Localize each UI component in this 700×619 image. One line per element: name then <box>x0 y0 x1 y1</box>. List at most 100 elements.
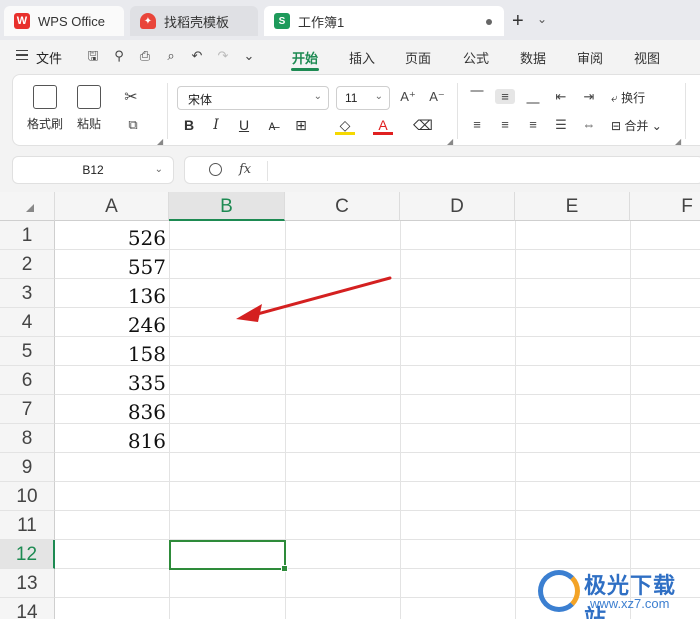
distributed-align-icon[interactable]: ⇔ <box>579 117 599 132</box>
tab-docer-templates[interactable]: ✦ 找稻壳模板 <box>130 6 258 36</box>
align-bottom-icon[interactable]: ⎽ <box>523 89 543 105</box>
format-painter-button[interactable]: 格式刷 <box>27 85 63 132</box>
chevron-down-icon[interactable]: ⌄ <box>537 12 547 26</box>
paste-button[interactable]: 粘贴 <box>77 85 101 132</box>
row-header-1[interactable]: 1 <box>0 221 55 250</box>
row-header-3[interactable]: 3 <box>0 279 55 308</box>
align-center-icon[interactable]: ≡ <box>495 117 515 132</box>
font-size-select[interactable]: 11 ⌄ <box>336 86 390 110</box>
redo-icon[interactable]: ↷ <box>214 47 232 65</box>
italic-button[interactable]: I <box>206 117 226 133</box>
cell-a5[interactable]: 158 <box>55 340 166 369</box>
eraser-icon[interactable]: ⌫ <box>413 117 433 134</box>
cell-a6[interactable]: 335 <box>55 369 166 398</box>
tab-label: WPS Office <box>38 13 105 29</box>
cell-a7[interactable]: 836 <box>55 398 166 427</box>
unsaved-dot-icon[interactable] <box>486 19 492 25</box>
wrap-text-button[interactable]: ⤶ 换行 <box>611 89 645 106</box>
column-gridline <box>630 221 631 619</box>
bold-button[interactable]: B <box>179 117 199 133</box>
row-header-9[interactable]: 9 <box>0 453 55 482</box>
row-header-5[interactable]: 5 <box>0 337 55 366</box>
home-ribbon: 格式刷 粘贴 ✂ ⧉ ◢ 宋体 ⌄ 11 ⌄ A⁺ A⁻ B I U ᴀ̶ ⊞ … <box>12 74 700 146</box>
formula-divider <box>267 161 268 181</box>
tab-page[interactable]: 页面 <box>405 48 431 67</box>
underline-button[interactable]: U <box>234 117 254 133</box>
column-header-e[interactable]: E <box>515 192 630 221</box>
merge-cells-button[interactable]: ⊟ 合并 ⌄ <box>611 117 662 134</box>
row-header-7[interactable]: 7 <box>0 395 55 424</box>
name-box[interactable]: B12 ⌄ <box>12 156 174 184</box>
border-icon[interactable]: ⊞ <box>291 117 311 134</box>
row-header-14[interactable]: 14 <box>0 598 55 619</box>
font-color-icon[interactable]: A <box>373 117 393 135</box>
scissors-icon[interactable]: ✂ <box>121 87 141 107</box>
column-header-d[interactable]: D <box>400 192 515 221</box>
zoom-icon[interactable] <box>209 163 222 176</box>
justify-icon[interactable]: ☰ <box>551 117 571 133</box>
cell-a1[interactable]: 526 <box>55 224 166 253</box>
print-preview-icon[interactable]: ⌕ <box>162 47 180 65</box>
row-header-6[interactable]: 6 <box>0 366 55 395</box>
save-icon[interactable]: 🖫 <box>84 47 102 65</box>
tab-insert[interactable]: 插入 <box>349 48 375 67</box>
tab-home[interactable]: 开始 <box>292 48 318 67</box>
watermark-title: 极光下载站 <box>584 573 677 619</box>
row-header-11[interactable]: 11 <box>0 511 55 540</box>
file-menu[interactable]: 文件 <box>36 48 62 67</box>
column-gridline <box>400 221 401 619</box>
link-icon[interactable]: ⚲ <box>110 47 128 65</box>
decrease-indent-icon[interactable]: ⇤ <box>551 89 571 105</box>
tab-view[interactable]: 视图 <box>634 48 660 67</box>
column-header-f[interactable]: F <box>630 192 700 221</box>
tab-data[interactable]: 数据 <box>520 48 546 67</box>
cell-a2[interactable]: 557 <box>55 253 166 282</box>
font-expand-icon[interactable]: ◢ <box>447 137 453 146</box>
aurora-logo-icon <box>538 570 580 612</box>
active-tab-indicator <box>291 68 319 71</box>
column-header-b[interactable]: B <box>169 192 285 221</box>
column-header-c[interactable]: C <box>285 192 400 221</box>
tab-review[interactable]: 审阅 <box>577 48 603 67</box>
row-header-2[interactable]: 2 <box>0 250 55 279</box>
cell-a8[interactable]: 816 <box>55 427 166 456</box>
tab-formulas[interactable]: 公式 <box>463 48 489 67</box>
row-header-4[interactable]: 4 <box>0 308 55 337</box>
formula-bar[interactable]: fx <box>184 156 700 184</box>
strikethrough-icon[interactable]: ᴀ̶ <box>262 117 282 133</box>
fx-icon[interactable]: fx <box>239 162 251 177</box>
alignment-expand-icon[interactable]: ◢ <box>675 137 681 146</box>
row-header-8[interactable]: 8 <box>0 424 55 453</box>
row-header-13[interactable]: 13 <box>0 569 55 598</box>
fill-color-icon[interactable]: ◇ <box>335 117 355 135</box>
row-gridline <box>55 510 700 511</box>
hamburger-menu-icon[interactable] <box>16 50 28 60</box>
font-name-select[interactable]: 宋体 ⌄ <box>177 86 329 110</box>
increase-indent-icon[interactable]: ⇥ <box>579 89 599 105</box>
select-all-button[interactable] <box>0 192 55 221</box>
cell-a3[interactable]: 136 <box>55 282 166 311</box>
row-header-12[interactable]: 12 <box>0 540 55 569</box>
active-cell-b12[interactable] <box>169 540 288 572</box>
new-tab-button[interactable]: + <box>512 10 524 33</box>
tab-wps-office[interactable]: W WPS Office <box>4 6 124 36</box>
chevron-down-icon[interactable]: ⌄ <box>240 47 258 65</box>
font-name-value: 宋体 <box>188 93 213 107</box>
row-header-10[interactable]: 10 <box>0 482 55 511</box>
align-top-icon[interactable]: ⎺ <box>467 89 487 105</box>
copy-icon[interactable]: ⧉ <box>123 117 143 133</box>
align-middle-icon[interactable]: ≡ <box>495 89 515 104</box>
undo-icon[interactable]: ↶ <box>188 47 206 65</box>
chevron-down-icon: ⌄ <box>651 119 662 133</box>
align-right-icon[interactable]: ≡ <box>523 117 543 132</box>
grow-font-icon[interactable]: A⁺ <box>398 89 418 105</box>
column-header-a[interactable]: A <box>55 192 169 221</box>
spreadsheet-grid[interactable]: A B C D E F 1 2 3 4 5 6 7 8 9 10 11 12 1… <box>0 192 700 619</box>
shrink-font-icon[interactable]: A⁻ <box>427 89 447 105</box>
cell-a4[interactable]: 246 <box>55 311 166 340</box>
clipboard-expand-icon[interactable]: ◢ <box>157 137 163 146</box>
tab-workbook[interactable]: S 工作簿1 <box>264 6 504 36</box>
align-left-icon[interactable]: ≡ <box>467 117 487 132</box>
ribbon-separator <box>685 83 686 139</box>
print-icon[interactable]: ⎙ <box>136 47 154 65</box>
